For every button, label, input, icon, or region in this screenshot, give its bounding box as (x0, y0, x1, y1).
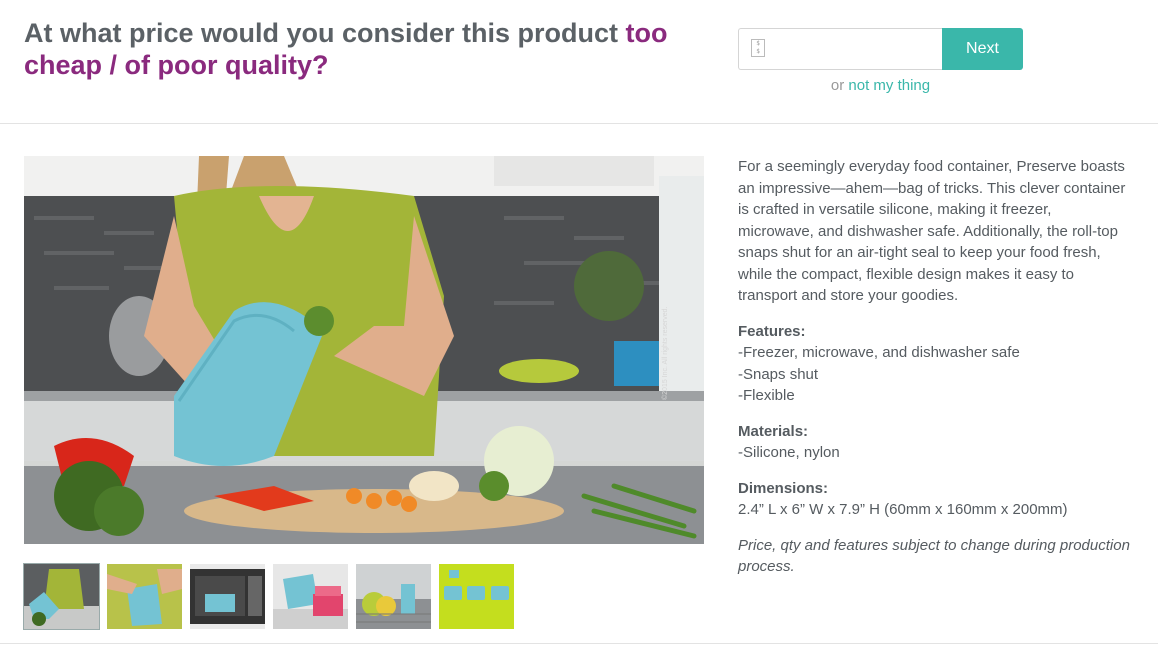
description-text: For a seemingly everyday food container,… (738, 158, 1126, 304)
features-section: Features: -Freezer, microwave, and dishw… (738, 321, 1130, 407)
feature-item: -Snaps shut (738, 365, 819, 383)
feature-item: -Flexible (738, 387, 795, 404)
kitchen-photo (24, 156, 704, 544)
thumb-pink-containers[interactable] (273, 564, 348, 629)
dimensions-title: Dimensions: (738, 479, 829, 497)
price-input[interactable] (738, 28, 943, 70)
or-text: or (830, 77, 845, 94)
not-my-thing-link[interactable]: not my thing (848, 77, 930, 94)
survey-question: At what price would you consider this pr… (24, 17, 724, 81)
thumb-woman-kitchen[interactable] (23, 563, 100, 630)
next-button[interactable]: Next (942, 28, 1023, 70)
product-main-image (24, 156, 704, 544)
thumb-three-containers[interactable] (439, 564, 514, 629)
product-description: For a seemingly everyday food container,… (738, 156, 1130, 592)
image-watermark: ©2015 Inc. All rights reserved. (662, 306, 669, 400)
materials-section: Materials: -Silicone, nylon (738, 421, 1130, 464)
currency-icon: $ $ (751, 39, 765, 57)
thumb-container-hands[interactable] (107, 564, 182, 629)
features-title: Features: (738, 322, 806, 340)
question-prefix: At what price would you consider this pr… (24, 18, 626, 48)
thumb-dishwasher[interactable] (356, 564, 431, 629)
bottom-divider (0, 643, 1158, 644)
dimensions-value: 2.4” L x 6” W x 7.9” H (60mm x 160mm x 2… (738, 501, 1068, 518)
survey-header: At what price would you consider this pr… (0, 0, 1158, 124)
dimensions-section: Dimensions: 2.4” L x 6” W x 7.9” H (60mm… (738, 478, 1130, 521)
material-item: -Silicone, nylon (738, 444, 840, 461)
production-note: Price, qty and features subject to chang… (738, 536, 1130, 576)
materials-title: Materials: (738, 422, 809, 440)
skip-line: or not my thing (738, 77, 1023, 94)
feature-item: -Freezer, microwave, and dishwasher safe (738, 344, 1020, 361)
thumb-microwave[interactable] (190, 564, 265, 629)
